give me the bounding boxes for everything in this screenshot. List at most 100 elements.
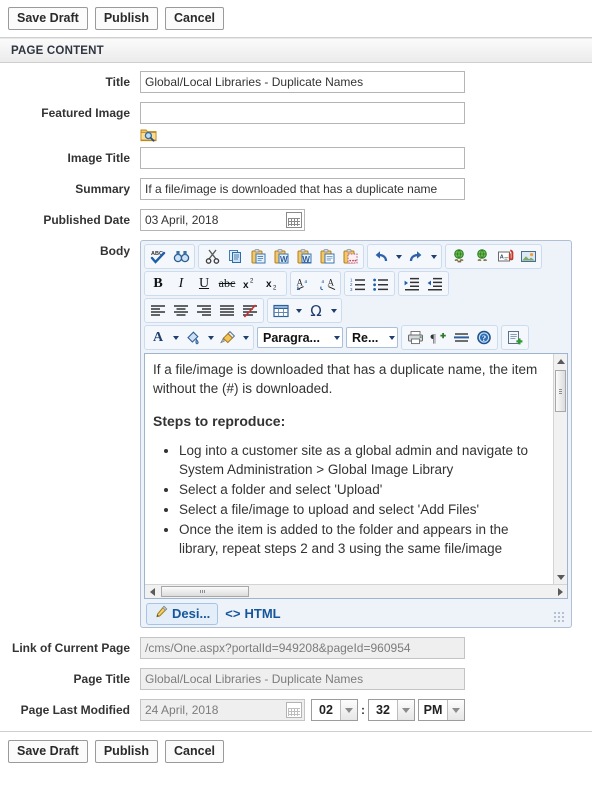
cancel-button-bottom[interactable]: Cancel (165, 740, 224, 763)
tab-html[interactable]: <> HTML (218, 603, 287, 625)
redo-icon[interactable] (405, 246, 427, 267)
meridiem-select[interactable]: PM (418, 699, 465, 721)
remove-alignment-icon[interactable] (239, 300, 261, 321)
title-input[interactable] (140, 71, 465, 93)
field-row-summary: Summary (0, 178, 592, 200)
publish-button-bottom[interactable]: Publish (94, 740, 158, 763)
align-right-icon[interactable] (193, 300, 215, 321)
align-center-icon[interactable] (170, 300, 192, 321)
toolbar-group-tools: ¶ ? (401, 325, 498, 350)
hour-dropdown-arrow-icon[interactable] (340, 700, 357, 720)
paste-icon[interactable] (247, 246, 269, 267)
save-draft-button-bottom[interactable]: Save Draft (8, 740, 88, 763)
folder-search-icon[interactable] (140, 127, 158, 143)
about-icon[interactable]: ? (473, 327, 495, 348)
toolbar-group-clipboard: W W (198, 244, 364, 269)
minute-dropdown-arrow-icon[interactable] (397, 700, 414, 720)
numbered-list-icon[interactable]: 1 2 3 (347, 273, 369, 294)
outdent-icon[interactable] (424, 273, 446, 294)
field-row-link-of-current-page: Link of Current Page (0, 637, 592, 659)
hour-select[interactable]: 02 (311, 699, 358, 721)
editor-content-area[interactable]: If a file/image is downloaded that has a… (144, 353, 568, 599)
insert-horizontal-rule-icon[interactable] (450, 327, 472, 348)
spell-check-icon[interactable]: ABC (147, 246, 169, 267)
background-color-dropdown-arrow-icon[interactable] (205, 327, 216, 348)
horizontal-scrollbar-thumb[interactable] (161, 586, 249, 597)
paste-plain-text-icon[interactable] (316, 246, 338, 267)
background-color-icon[interactable] (182, 327, 204, 348)
published-date-input[interactable] (140, 209, 305, 231)
cancel-button-top[interactable]: Cancel (165, 7, 224, 30)
image-title-label: Image Title (67, 151, 130, 165)
paste-as-html-icon[interactable] (339, 246, 361, 267)
paragraph-style-select[interactable]: Paragra... (257, 327, 343, 348)
scroll-up-arrow-icon[interactable] (554, 354, 567, 368)
editor-intro-paragraph: If a file/image is downloaded that has a… (153, 362, 538, 396)
underline-icon[interactable]: U (193, 273, 215, 294)
print-icon[interactable] (404, 327, 426, 348)
image-title-input[interactable] (140, 147, 465, 169)
redo-dropdown-arrow-icon[interactable] (428, 246, 439, 267)
editor-steps-list: Log into a customer site as a global adm… (153, 441, 545, 558)
calendar-icon[interactable] (286, 702, 302, 718)
font-size-select[interactable]: Re... (346, 327, 398, 348)
align-left-icon[interactable] (147, 300, 169, 321)
hyperlink-icon[interactable] (448, 246, 470, 267)
svg-text:2: 2 (250, 279, 254, 285)
toolbar-group-inline-format: B I U abc x 2 x 2 (144, 271, 287, 296)
foreground-color-icon[interactable]: A (147, 327, 169, 348)
scroll-left-arrow-icon[interactable] (145, 585, 159, 598)
ltr-direction-icon[interactable]: A a (293, 273, 315, 294)
editor-vertical-scrollbar[interactable] (553, 354, 567, 584)
find-replace-icon[interactable] (170, 246, 192, 267)
editor-toolbar-row-3: Ω (143, 297, 569, 324)
insert-symbol-dropdown-arrow-icon[interactable] (328, 300, 339, 321)
toolbar-group-snippet (501, 325, 529, 350)
toolbar-group-history (367, 244, 442, 269)
insert-symbol-icon[interactable]: Ω (305, 300, 327, 321)
insert-table-icon[interactable] (270, 300, 292, 321)
align-justify-icon[interactable] (216, 300, 238, 321)
publish-button-top[interactable]: Publish (94, 7, 158, 30)
minute-value: 32 (376, 703, 390, 717)
insert-document-icon[interactable]: A (494, 246, 516, 267)
cut-icon[interactable] (201, 246, 223, 267)
undo-icon[interactable] (370, 246, 392, 267)
undo-dropdown-arrow-icon[interactable] (393, 246, 404, 267)
editor-document[interactable]: If a file/image is downloaded that has a… (145, 354, 553, 584)
save-draft-button-top[interactable]: Save Draft (8, 7, 88, 30)
bold-icon[interactable]: B (147, 273, 169, 294)
minute-select[interactable]: 32 (368, 699, 415, 721)
strikethrough-icon[interactable]: abc (216, 273, 238, 294)
copy-icon[interactable] (224, 246, 246, 267)
insert-table-dropdown-arrow-icon[interactable] (293, 300, 304, 321)
subscript-icon[interactable]: x 2 (262, 273, 284, 294)
format-stripper-icon[interactable] (217, 327, 239, 348)
paste-from-word-strip-font-icon[interactable]: W (293, 246, 315, 267)
foreground-color-dropdown-arrow-icon[interactable] (170, 327, 181, 348)
insert-snippet-icon[interactable] (504, 327, 526, 348)
vertical-scrollbar-thumb[interactable] (555, 370, 566, 412)
summary-input[interactable] (140, 178, 465, 200)
featured-image-input[interactable] (140, 102, 465, 124)
superscript-icon[interactable]: x 2 (239, 273, 261, 294)
calendar-icon[interactable] (286, 212, 302, 228)
scroll-right-arrow-icon[interactable] (553, 585, 567, 598)
editor-horizontal-scrollbar[interactable] (145, 584, 567, 598)
rich-text-editor: ABC W W A B I U abc x 2 x 2 A a A a 1 2 … (140, 240, 572, 628)
paste-from-word-icon[interactable]: W (270, 246, 292, 267)
link-of-current-page-label: Link of Current Page (11, 641, 130, 655)
editor-resize-handle[interactable] (554, 612, 564, 622)
format-stripper-dropdown-arrow-icon[interactable] (240, 327, 251, 348)
tab-design[interactable]: Desi... (146, 602, 219, 625)
rtl-direction-icon[interactable]: A a (316, 273, 338, 294)
indent-icon[interactable] (401, 273, 423, 294)
italic-icon[interactable]: I (170, 273, 192, 294)
meridiem-dropdown-arrow-icon[interactable] (447, 700, 464, 720)
remove-hyperlink-icon[interactable] (471, 246, 493, 267)
bulleted-list-icon[interactable] (370, 273, 392, 294)
toolbar-group-indentation (398, 271, 449, 296)
scroll-down-arrow-icon[interactable] (554, 570, 567, 584)
show-formatting-marks-icon[interactable]: ¶ (427, 327, 449, 348)
insert-image-icon[interactable] (517, 246, 539, 267)
